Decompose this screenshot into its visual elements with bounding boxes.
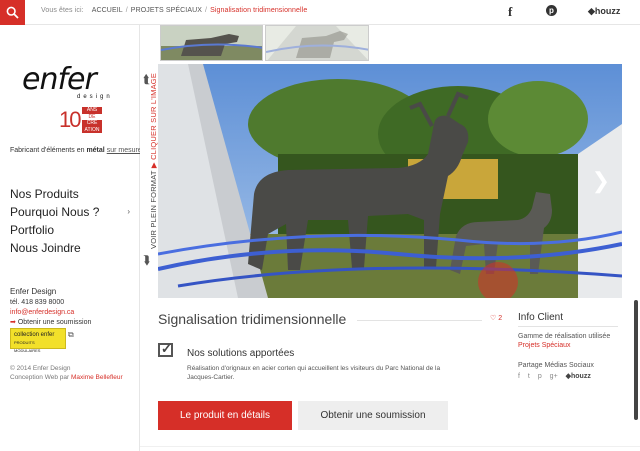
copyright: © 2014 Enfer Design	[10, 365, 71, 372]
tagline-link[interactable]: sur mesure	[107, 147, 142, 154]
anniversary-stack: ANS DE CRÉ ATION	[82, 107, 102, 133]
breadcrumb-separator: /	[125, 7, 128, 14]
logo-subtitle: design	[77, 94, 113, 100]
thumbnail-1[interactable]	[160, 25, 263, 61]
thumbnail-2[interactable]	[265, 25, 369, 61]
nav-item-portfolio[interactable]: Portfolio	[10, 221, 134, 239]
nav-item-label: Nous Joindre	[10, 241, 81, 255]
breadcrumb: Vous êtes ici: ACCUEIL / PROJETS SPÉCIAUX /…	[41, 7, 307, 14]
anniversary-years: 10	[59, 107, 82, 132]
share-icons: f t p g+ ◆houzz	[518, 372, 603, 380]
heart-icon: ♡	[490, 315, 497, 322]
credit-prefix: Conception Web par	[10, 374, 71, 381]
twitter-icon[interactable]: t	[528, 373, 530, 380]
logo[interactable]: enfer design	[22, 65, 118, 105]
nav-item-produits[interactable]: Nos Produits	[10, 185, 134, 203]
sidebar: enfer design 10 ANS DE CRÉ ATION Fabrica…	[0, 25, 142, 451]
quote-link-label: Obtenir une soumission	[17, 319, 92, 326]
collection-sub: PRODUITS MODULAIRES	[14, 340, 41, 353]
breadcrumb-separator: /	[205, 7, 208, 14]
breadcrumb-home[interactable]: ACCUEIL	[92, 7, 123, 14]
fullscreen-label-part1: VOIR PLEIN FORMAT	[149, 170, 158, 249]
project-title: Signalisation tridimensionnelle	[158, 311, 347, 327]
thumbnail-strip	[158, 25, 640, 63]
anniversary-badge: 10 ANS DE CRÉ ATION	[59, 107, 103, 133]
collection-label: collection enfer	[14, 332, 55, 338]
quote-button[interactable]: Obtenir une soumission	[298, 401, 448, 430]
anniversary-word: ATION	[82, 126, 102, 133]
arrow-right-icon: ▶	[149, 162, 158, 169]
main-photo[interactable]: ❯	[158, 64, 622, 298]
top-bar: Vous êtes ici: ACCUEIL / PROJETS SPÉCIAUX /…	[0, 0, 640, 25]
fullscreen-label-part2: CLIQUER SUR L'IMAGE	[149, 72, 158, 160]
external-link-icon[interactable]: ⧉	[68, 330, 74, 340]
info-divider	[518, 326, 618, 327]
moose-sculpture-image	[158, 64, 622, 298]
arrow-right-icon: ➡	[10, 319, 16, 326]
search-button[interactable]	[0, 0, 25, 25]
gamme-link[interactable]: Projets Spéciaux	[518, 341, 628, 350]
houzz-link[interactable]: ◆houzz	[566, 373, 597, 380]
gamme-label: Gamme de réalisation utilisée	[518, 333, 611, 340]
title-divider	[357, 320, 482, 321]
chevron-right-icon: ›	[127, 207, 130, 216]
credit-link[interactable]: Maxime Bellefleur	[71, 374, 123, 381]
collection-banner[interactable]: collection enfer PRODUITS MODULAIRES	[10, 328, 66, 353]
fullscreen-arrow-icon: ⮯	[143, 253, 151, 267]
search-icon	[6, 6, 19, 19]
tagline-text: Fabricant d'éléments en	[10, 147, 87, 154]
nav-item-label: Portfolio	[10, 223, 55, 237]
footer-credits: © 2014 Enfer Design Conception Web par M…	[10, 364, 123, 382]
pinterest-icon[interactable]: p	[538, 373, 542, 380]
checkmark-icon: ✓	[161, 341, 172, 356]
like-count: 2	[498, 315, 503, 322]
breadcrumb-category[interactable]: PROJETS SPÉCIAUX	[131, 7, 202, 14]
tagline-bold: métal	[86, 147, 105, 154]
moose-thumbnail-image	[161, 26, 262, 60]
product-details-button[interactable]: Le produit en détails	[158, 401, 292, 430]
nav-item-label: Pourquoi Nous ?	[10, 205, 100, 219]
contact-block: Enfer Design tél. 418 839 8000 info@enfe…	[10, 287, 91, 328]
google-plus-icon[interactable]: g+	[550, 373, 558, 380]
info-gamme: Gamme de réalisation utilisée Projets Sp…	[518, 332, 628, 350]
breadcrumb-current: Signalisation tridimensionnelle	[210, 7, 308, 14]
like-button[interactable]: ♡ 2	[490, 314, 502, 322]
tagline: Fabricant d'éléments en métal sur mesure	[10, 147, 142, 154]
credit-line: Conception Web par Maxime Bellefleur	[10, 373, 123, 382]
houzz-link[interactable]: ◆houzz	[588, 6, 620, 17]
next-image-button[interactable]: ❯	[592, 168, 610, 194]
info-client-title: Info Client	[518, 312, 564, 323]
facebook-icon[interactable]: f	[518, 373, 520, 380]
solutions-description: Réalisation d'orignaux en acier corten q…	[187, 365, 441, 381]
bottom-divider	[140, 446, 640, 447]
breadcrumb-prefix: Vous êtes ici:	[41, 7, 84, 14]
fullscreen-label: VOIR PLEIN FORMAT ▶ CLIQUER SUR L'IMAGE	[141, 73, 158, 249]
main-nav: Nos Produits Pourquoi Nous ? › Portfolio …	[10, 185, 134, 257]
nav-item-pourquoi[interactable]: Pourquoi Nous ? ›	[10, 203, 134, 221]
houzz-label: houzz	[594, 6, 621, 16]
company-name: Enfer Design	[10, 287, 57, 296]
share-label: Partage Médias Sociaux	[518, 362, 594, 369]
phone: tél. 418 839 8000	[10, 299, 65, 306]
email-link[interactable]: info@enferdesign.ca	[10, 308, 91, 318]
nav-item-contact[interactable]: Nous Joindre	[10, 239, 134, 257]
pinterest-icon[interactable]: p	[546, 5, 557, 16]
solutions-title: Nos solutions apportées	[187, 348, 295, 359]
logo-word: enfer	[22, 62, 97, 97]
facebook-icon[interactable]: f	[508, 4, 512, 20]
quote-link[interactable]: ➡ Obtenir une soumission	[10, 318, 91, 328]
fullscreen-tab[interactable]: ⮬ VOIR PLEIN FORMAT ▶ CLIQUER SUR L'IMAG…	[140, 25, 158, 451]
scrollbar[interactable]	[634, 300, 638, 420]
page: Vous êtes ici: ACCUEIL / PROJETS SPÉCIAUX /…	[0, 0, 640, 451]
moose-thumbnail-image	[266, 26, 368, 60]
nav-item-label: Nos Produits	[10, 187, 79, 201]
houzz-label: houzz	[571, 373, 591, 380]
